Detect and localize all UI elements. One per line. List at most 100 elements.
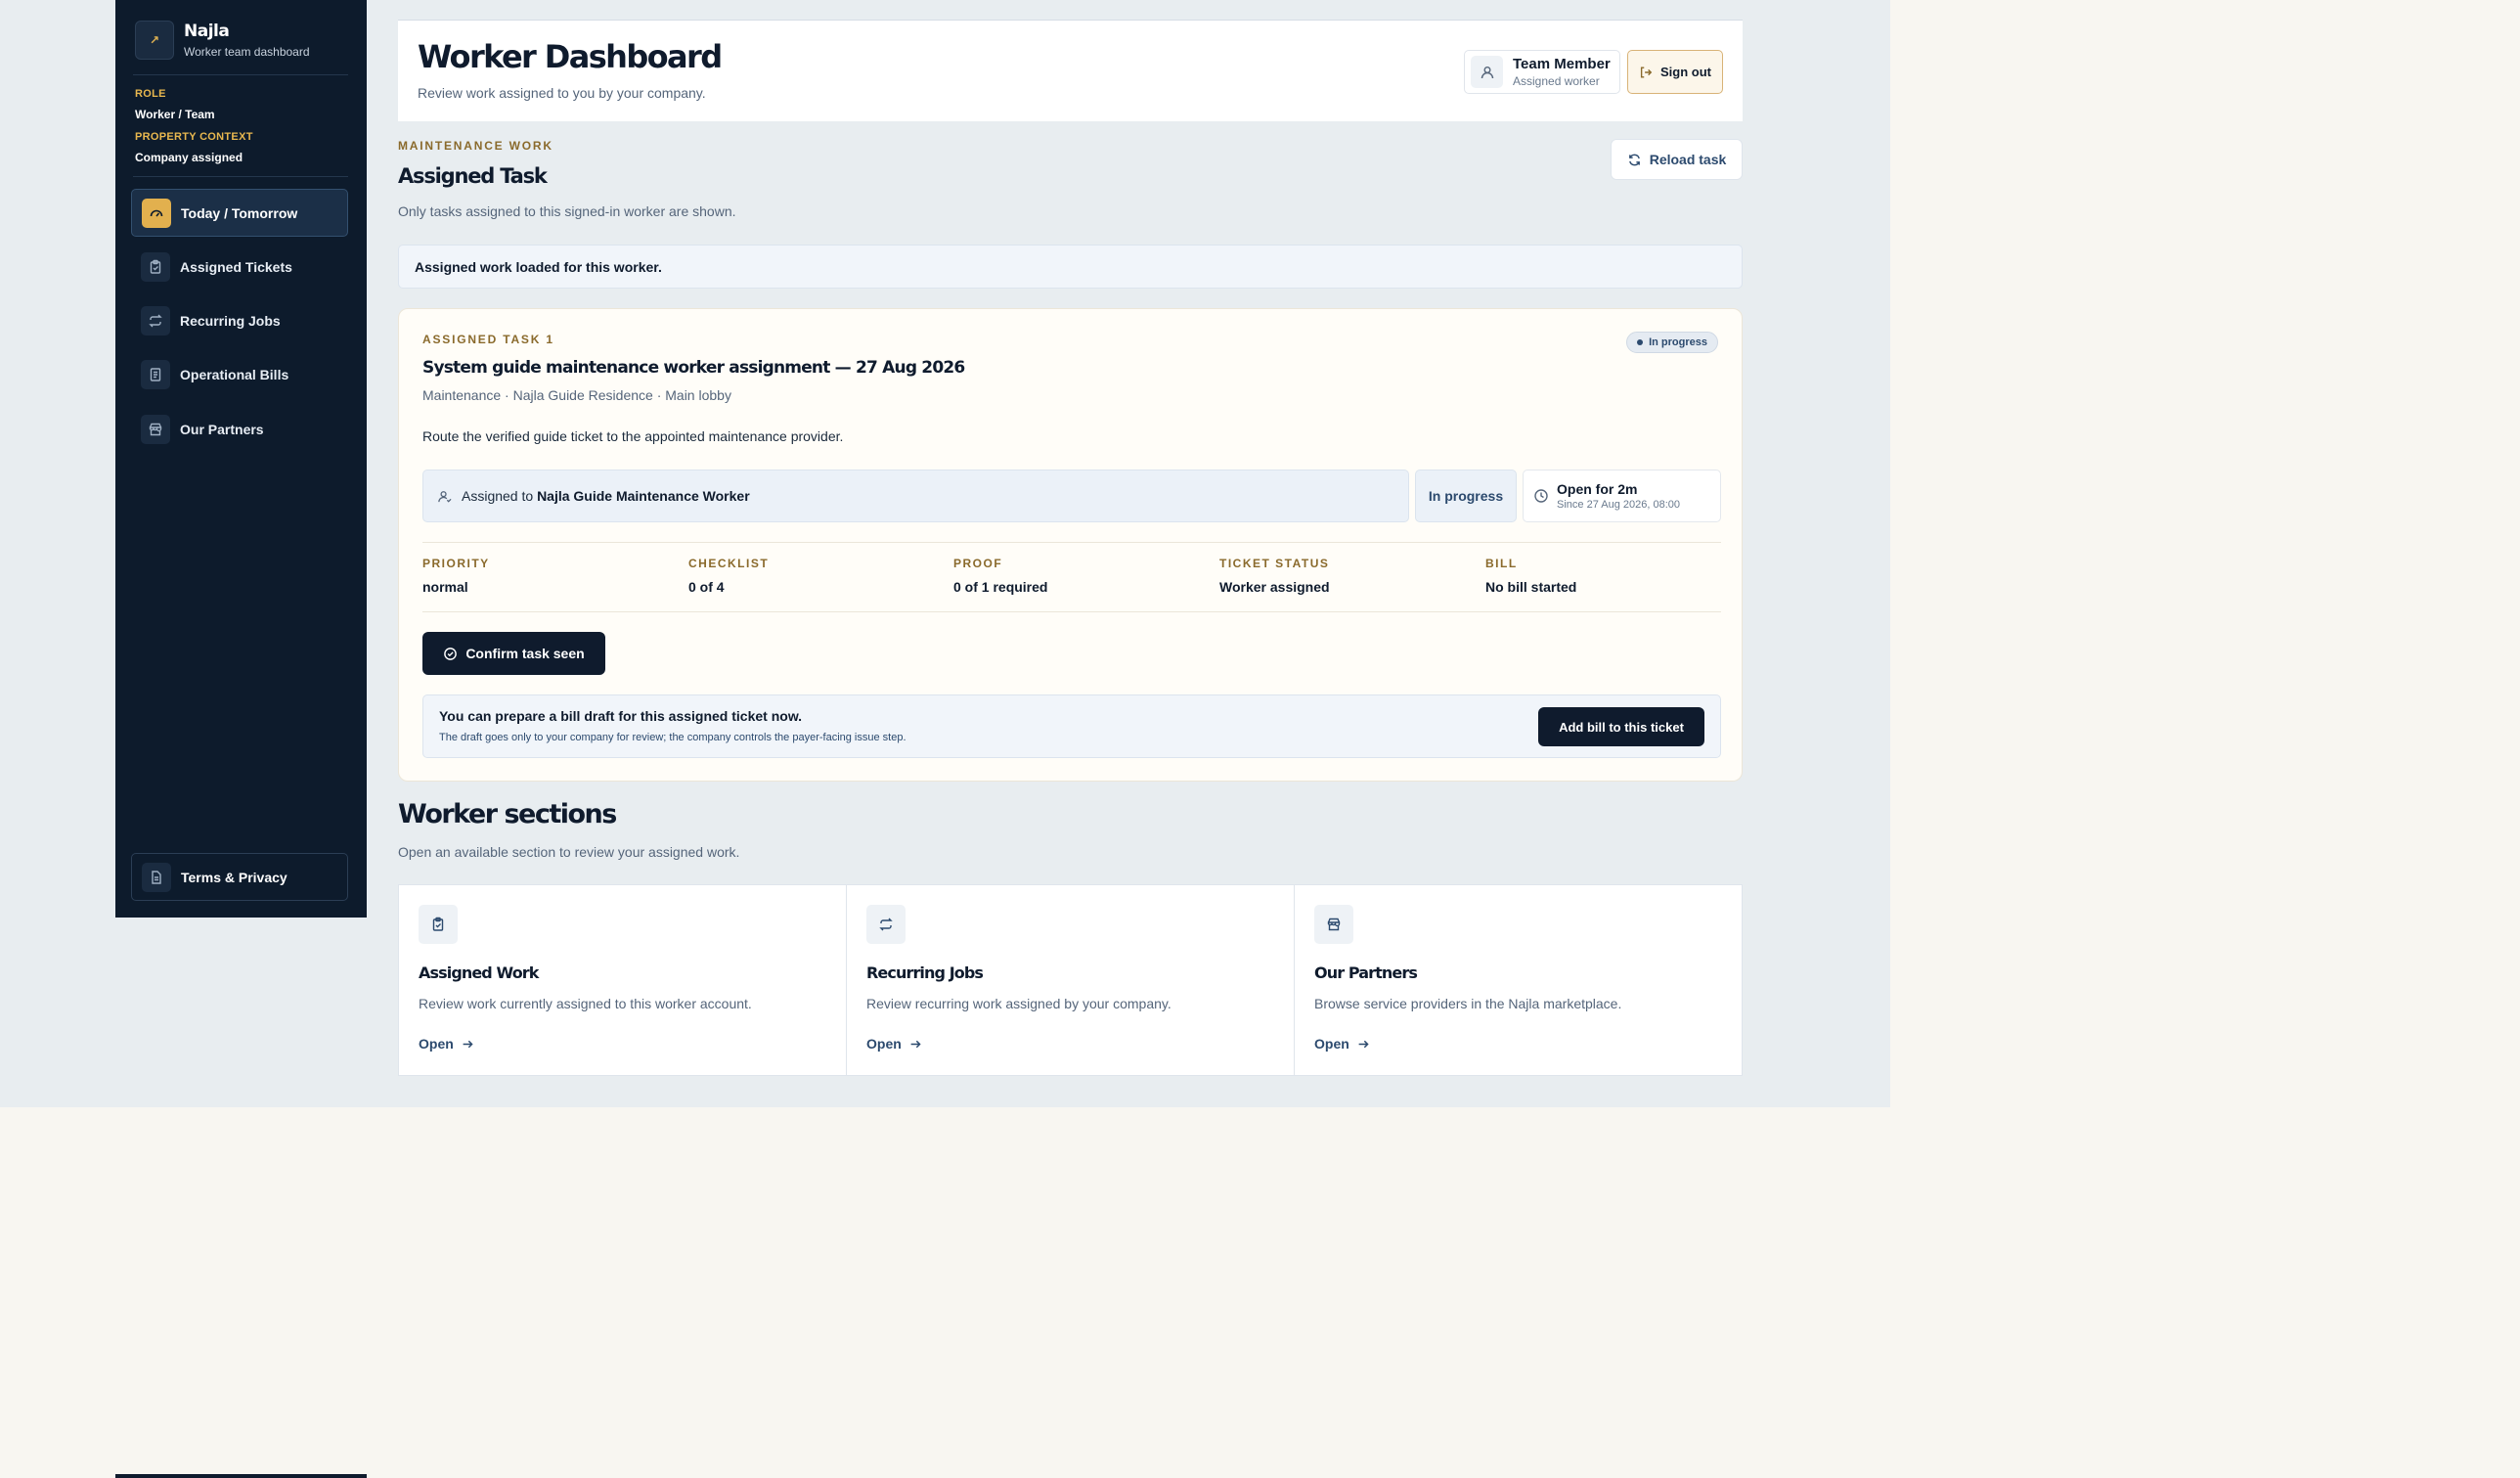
status-dot [1637,339,1644,345]
terms-privacy-label: Terms & Privacy [181,869,287,885]
task-eyebrow: ASSIGNED TASK 1 [422,333,554,346]
property-context-value: Company assigned [135,151,243,164]
task-title: System guide maintenance worker assignme… [422,358,965,378]
role-label: ROLE [135,88,166,100]
sidebar-item-label: Today / Tomorrow [181,204,298,221]
page-title: Worker Dashboard [418,38,723,75]
stat-label: CHECKLIST [688,557,770,570]
user-name: Team Member [1513,56,1611,72]
open-since: Since 27 Aug 2026, 08:00 [1557,499,1680,511]
open-link[interactable]: Open [866,1036,922,1052]
sidebar-item-label: Our Partners [180,421,264,437]
divider [133,176,348,177]
sign-out-button[interactable]: Sign out [1627,50,1723,94]
section-subtitle: Only tasks assigned to this signed-in wo… [398,203,736,219]
open-for: Open for 2m [1557,481,1638,497]
section-card-title: Our Partners [1314,963,1418,982]
section-title: Assigned Task [398,164,548,188]
user-icon [437,489,452,504]
stat-proof: PROOF 0 of 1 required [953,557,1047,595]
sign-out-icon [1639,66,1653,79]
stat-priority: PRIORITY normal [422,557,490,595]
stat-label: BILL [1485,557,1518,570]
open-link[interactable]: Open [1314,1036,1370,1052]
terms-privacy-link[interactable]: Terms & Privacy [131,853,348,901]
sidebar-item-operational-bills[interactable]: Operational Bills [131,350,348,398]
gauge-icon [142,198,171,228]
task-card: ASSIGNED TASK 1 In progress System guide… [398,308,1743,782]
clock-icon [1533,488,1549,504]
user-role: Assigned worker [1513,74,1600,88]
stat-value: normal [422,579,468,595]
section-card-desc: Review work currently assigned to this w… [419,996,752,1011]
reload-label: Reload task [1649,152,1727,167]
store-icon [141,414,170,444]
task-description: Route the verified guide ticket to the a… [422,428,844,444]
divider [422,611,1721,612]
divider [133,74,348,75]
brand[interactable]: ↗ Najla Worker team dashboard [135,21,310,60]
section-card-desc: Review recurring work assigned by your c… [866,996,1172,1011]
arrow-right-icon [1357,1038,1370,1051]
property-context-label: PROPERTY CONTEXT [135,131,253,143]
bill-draft-panel: You can prepare a bill draft for this as… [422,694,1721,758]
task-status: In progress [1415,470,1517,522]
document-icon [142,862,171,892]
sidebar-item-label: Recurring Jobs [180,312,281,329]
sidebar-item-recurring-jobs[interactable]: Recurring Jobs [131,296,348,344]
repeat-icon [141,305,170,336]
status-badge-label: In progress [1649,336,1707,348]
stat-checklist: CHECKLIST 0 of 4 [688,557,769,595]
section-card-title: Assigned Work [419,963,539,982]
stat-label: TICKET STATUS [1219,557,1330,570]
brand-name: Najla [184,22,230,41]
sidebar-bottom-edge [115,1474,367,1478]
section-eyebrow: MAINTENANCE WORK [398,139,553,153]
clipboard-icon [141,251,170,282]
worker-sections-title: Worker sections [398,799,617,829]
check-circle-icon [443,647,458,661]
section-card-our-partners[interactable]: Our Partners Browse service providers in… [1295,885,1742,1075]
clipboard-icon [419,905,458,944]
brand-subtitle: Worker team dashboard [184,45,310,59]
stat-value: No bill started [1485,579,1577,595]
section-card-recurring-jobs[interactable]: Recurring Jobs Review recurring work ass… [847,885,1295,1075]
arrow-right-icon [909,1038,922,1051]
add-bill-button[interactable]: Add bill to this ticket [1538,707,1704,746]
stat-label: PROOF [953,557,1003,570]
sidebar-item-assigned-tickets[interactable]: Assigned Tickets [131,243,348,291]
store-icon [1314,905,1353,944]
worker-sections-grid: Assigned Work Review work currently assi… [398,884,1743,1076]
stat-ticket-status: TICKET STATUS Worker assigned [1219,557,1330,595]
section-card-desc: Browse service providers in the Najla ma… [1314,996,1622,1011]
user-chip[interactable]: Team Member Assigned worker [1464,50,1620,94]
assignment-row: Assigned to Najla Guide Maintenance Work… [422,470,1721,522]
open-link-label: Open [419,1036,454,1052]
open-duration-box: Open for 2m Since 27 Aug 2026, 08:00 [1523,470,1721,522]
page-subtitle: Review work assigned to you by your comp… [418,85,706,101]
sidebar-item-label: Operational Bills [180,366,289,382]
stat-label: PRIORITY [422,557,490,570]
assigned-prefix: Assigned to [462,488,534,504]
stat-value: Worker assigned [1219,579,1330,595]
sign-out-label: Sign out [1660,65,1711,79]
sidebar-item-our-partners[interactable]: Our Partners [131,405,348,453]
confirm-task-seen-button[interactable]: Confirm task seen [422,632,605,675]
sidebar-item-today-tomorrow[interactable]: Today / Tomorrow [131,189,348,237]
open-link[interactable]: Open [419,1036,474,1052]
reload-task-button[interactable]: Reload task [1611,139,1743,180]
role-value: Worker / Team [135,108,215,121]
stat-bill: BILL No bill started [1485,557,1576,595]
bill-draft-title: You can prepare a bill draft for this as… [439,708,803,724]
open-link-label: Open [866,1036,902,1052]
receipt-icon [141,359,170,389]
user-icon [1471,56,1503,88]
assigned-worker-name: Najla Guide Maintenance Worker [537,488,750,504]
divider [422,542,1721,543]
section-card-assigned-work[interactable]: Assigned Work Review work currently assi… [399,885,847,1075]
brand-logo: ↗ [135,21,174,60]
stat-value: 0 of 4 [688,579,725,595]
arrow-right-icon [462,1038,474,1051]
page-header: Worker Dashboard Review work assigned to… [398,20,1743,121]
assigned-to-box: Assigned to Najla Guide Maintenance Work… [422,470,1409,522]
